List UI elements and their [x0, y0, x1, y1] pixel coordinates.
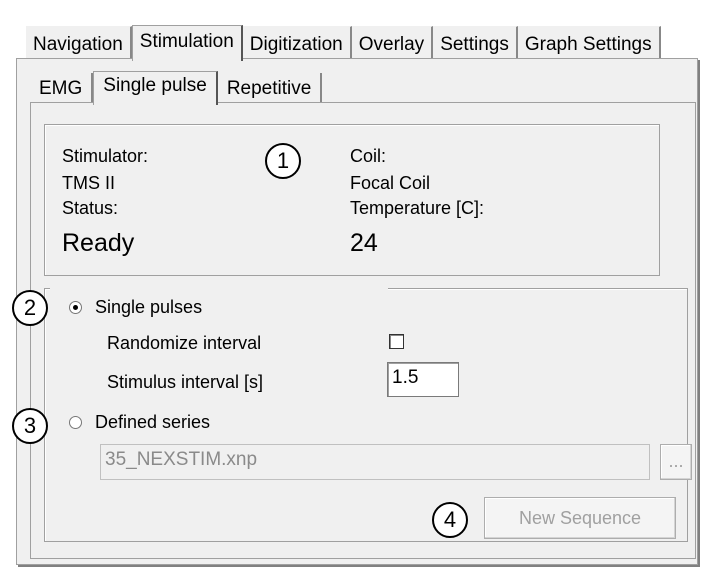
temperature-value: 24 [350, 229, 378, 257]
tab-repetitive[interactable]: Repetitive [217, 73, 323, 104]
stimulator-value: TMS II [62, 173, 115, 193]
group-border-gap [50, 284, 388, 292]
randomize-interval-checkbox[interactable] [389, 334, 404, 349]
tab-settings[interactable]: Settings [433, 26, 518, 60]
tab-navigation[interactable]: Navigation [26, 26, 132, 60]
defined-series-radio[interactable] [69, 416, 82, 429]
callout-badge-4: 4 [432, 502, 468, 538]
new-sequence-button[interactable]: New Sequence [484, 497, 676, 539]
status-label: Status: [62, 198, 119, 218]
tab-graph-settings[interactable]: Graph Settings [517, 26, 661, 60]
tab-stimulation[interactable]: Stimulation [131, 25, 243, 61]
temperature-label: Temperature [C]: [350, 198, 485, 218]
randomize-interval-label: Randomize interval [107, 333, 262, 353]
tab-single-pulse[interactable]: Single pulse [93, 71, 218, 105]
callout-badge-3: 3 [12, 408, 48, 444]
single-pulses-label: Single pulses [95, 297, 203, 317]
series-file-field[interactable]: 35_NEXSTIM.xnp [100, 444, 650, 480]
coil-label: Coil: [350, 146, 387, 166]
status-value: Ready [62, 229, 135, 257]
browse-file-button[interactable]: ... [660, 444, 692, 480]
stimulator-label: Stimulator: [62, 146, 149, 166]
callout-badge-1: 1 [265, 143, 301, 179]
defined-series-label: Defined series [95, 412, 211, 432]
main-tab-strip: Navigation Stimulation Digitization Over… [26, 22, 661, 61]
tab-digitization[interactable]: Digitization [242, 26, 352, 60]
stimulus-interval-input[interactable]: 1.5 [387, 362, 459, 397]
callout-badge-2: 2 [12, 290, 48, 326]
tab-emg[interactable]: EMG [30, 73, 94, 104]
tab-overlay[interactable]: Overlay [351, 26, 434, 60]
single-pulses-radio[interactable] [69, 301, 82, 314]
stimulus-interval-label: Stimulus interval [s] [107, 372, 264, 392]
coil-value: Focal Coil [350, 173, 431, 193]
stimulation-subtab-strip: EMG Single pulse Repetitive [30, 70, 323, 105]
